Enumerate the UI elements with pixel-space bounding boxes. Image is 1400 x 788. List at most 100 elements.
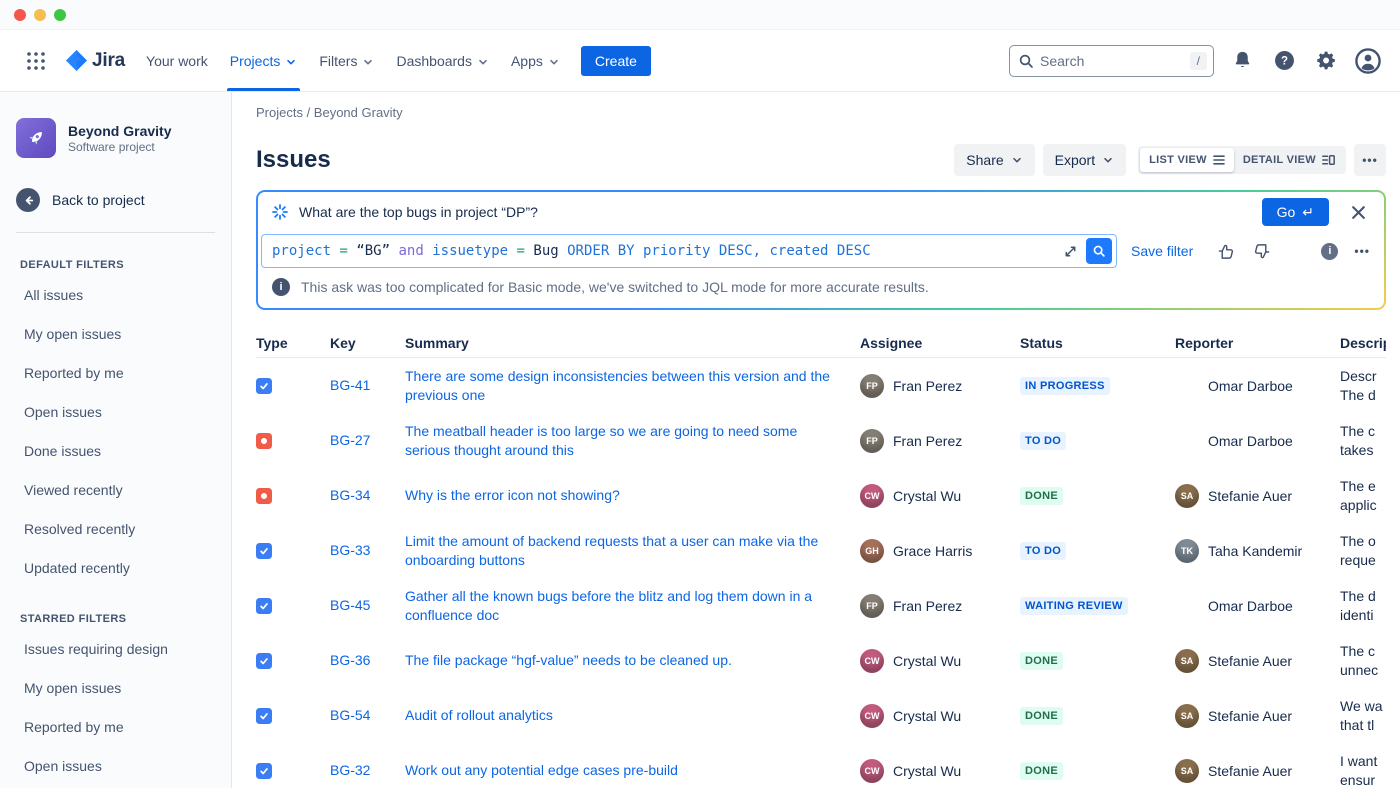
- nav-item-your-work[interactable]: Your work: [135, 30, 219, 91]
- issue-key-link[interactable]: BG-36: [330, 652, 370, 668]
- issue-summary-link[interactable]: There are some design inconsistencies be…: [405, 367, 860, 405]
- create-button[interactable]: Create: [581, 46, 651, 76]
- search-input[interactable]: [1040, 53, 1184, 69]
- table-row[interactable]: BG-45 Gather all the known bugs before th…: [256, 578, 1386, 633]
- sidebar-item-viewed-recently[interactable]: Viewed recently: [0, 470, 231, 509]
- expand-editor-button[interactable]: [1061, 242, 1080, 261]
- chevron-down-icon: [548, 56, 560, 68]
- nav-item-filters[interactable]: Filters: [308, 30, 385, 91]
- avatar: CW: [860, 649, 884, 673]
- more-actions-button[interactable]: •••: [1354, 144, 1386, 176]
- sidebar-item-resolved-recently[interactable]: Resolved recently: [0, 509, 231, 548]
- table-row[interactable]: BG-33 Limit the amount of backend request…: [256, 523, 1386, 578]
- assignee-name: Grace Harris: [893, 543, 972, 559]
- help-icon[interactable]: ?: [1270, 47, 1298, 75]
- issue-key-link[interactable]: BG-27: [330, 432, 370, 448]
- go-button[interactable]: Go ↵: [1262, 198, 1329, 226]
- col-status[interactable]: Status: [1020, 335, 1175, 351]
- nav-item-projects[interactable]: Projects: [219, 30, 309, 91]
- issue-summary-link[interactable]: Audit of rollout analytics: [405, 706, 860, 725]
- go-label: Go: [1277, 204, 1296, 220]
- issue-key-link[interactable]: BG-32: [330, 762, 370, 778]
- sidebar-item-open-issues[interactable]: Open issues: [0, 746, 231, 785]
- issue-key-link[interactable]: BG-54: [330, 707, 370, 723]
- ai-question-row: What are the top bugs in project “DP”? G…: [258, 192, 1384, 232]
- col-key[interactable]: Key: [330, 335, 405, 351]
- status-badge: DONE: [1020, 487, 1063, 505]
- notifications-bell-icon[interactable]: [1228, 47, 1256, 75]
- issue-summary-link[interactable]: Limit the amount of backend requests tha…: [405, 532, 860, 570]
- export-button[interactable]: Export: [1043, 144, 1126, 176]
- back-to-project[interactable]: Back to project: [0, 188, 231, 212]
- sidebar-item-updated-recently[interactable]: Updated recently: [0, 548, 231, 587]
- type-cell: [256, 763, 330, 779]
- close-ai-panel-button[interactable]: [1344, 198, 1372, 226]
- avatar: GH: [860, 539, 884, 563]
- issue-key-link[interactable]: BG-33: [330, 542, 370, 558]
- nav-item-dashboards[interactable]: Dashboards: [385, 30, 500, 91]
- table-row[interactable]: BG-41 There are some design inconsistenci…: [256, 358, 1386, 413]
- jql-token: issuetype: [432, 243, 508, 259]
- issue-key-link[interactable]: BG-41: [330, 377, 370, 393]
- table-row[interactable]: BG-34 Why is the error icon not showing?C…: [256, 468, 1386, 523]
- col-type[interactable]: Type: [256, 335, 330, 351]
- thumbs-down-icon[interactable]: [1252, 242, 1271, 261]
- issue-summary-link[interactable]: The meatball header is too large so we a…: [405, 422, 860, 460]
- issue-summary-link[interactable]: The file package “hgf-value” needs to be…: [405, 651, 860, 670]
- issue-summary-link[interactable]: Work out any potential edge cases pre-bu…: [405, 761, 860, 780]
- issue-key-link[interactable]: BG-34: [330, 487, 370, 503]
- status-cell: DONE: [1020, 706, 1175, 725]
- col-description[interactable]: Description: [1340, 335, 1386, 351]
- thumbs-up-icon[interactable]: [1217, 242, 1236, 261]
- sidebar-item-my-open-issues[interactable]: My open issues: [0, 668, 231, 707]
- window-close-dot[interactable]: [14, 9, 26, 21]
- window-minimize-dot[interactable]: [34, 9, 46, 21]
- reporter-name: Stefanie Auer: [1208, 708, 1292, 724]
- profile-avatar[interactable]: [1354, 47, 1382, 75]
- breadcrumb[interactable]: Projects / Beyond Gravity: [256, 105, 1386, 120]
- rocket-icon: [25, 127, 47, 149]
- list-view-toggle[interactable]: LIST VIEW: [1140, 148, 1234, 172]
- ai-question-input[interactable]: What are the top bugs in project “DP”?: [299, 204, 1251, 220]
- detail-view-toggle[interactable]: DETAIL VIEW: [1234, 148, 1344, 172]
- sidebar-item-my-open-issues[interactable]: My open issues: [0, 314, 231, 353]
- global-search[interactable]: /: [1009, 45, 1214, 77]
- issue-summary-link[interactable]: Gather all the known bugs before the bli…: [405, 587, 860, 625]
- table-row[interactable]: BG-36 The file package “hgf-value” needs …: [256, 633, 1386, 688]
- jql-input[interactable]: project = “BG” and issuetype = Bug ORDER…: [261, 234, 1117, 268]
- nav-item-label: Dashboards: [396, 53, 472, 69]
- jira-logo[interactable]: Jira: [62, 50, 135, 72]
- sidebar-item-reported-by-me[interactable]: Reported by me: [0, 707, 231, 746]
- issue-summary-link[interactable]: Why is the error icon not showing?: [405, 486, 860, 505]
- col-summary[interactable]: Summary: [405, 335, 860, 351]
- table-row[interactable]: BG-27 The meatball header is too large so…: [256, 413, 1386, 468]
- project-header[interactable]: Beyond Gravity Software project: [0, 118, 231, 158]
- run-query-button[interactable]: [1086, 238, 1112, 264]
- col-reporter[interactable]: Reporter: [1175, 335, 1340, 351]
- nav-item-apps[interactable]: Apps: [500, 30, 571, 91]
- list-view-icon: [1213, 155, 1225, 165]
- issue-key-link[interactable]: BG-45: [330, 597, 370, 613]
- col-assignee[interactable]: Assignee: [860, 335, 1020, 351]
- window-zoom-dot[interactable]: [54, 9, 66, 21]
- jql-more-button[interactable]: •••: [1354, 244, 1370, 258]
- sidebar-item-reported-by-me[interactable]: Reported by me: [0, 353, 231, 392]
- sidebar-item-all-issues[interactable]: All issues: [0, 275, 231, 314]
- app-switcher-icon[interactable]: [20, 45, 52, 77]
- task-icon: [256, 708, 272, 724]
- share-button[interactable]: Share: [954, 144, 1034, 176]
- jql-token: =: [517, 243, 525, 259]
- assignee-cell: CWCrystal Wu: [860, 484, 1020, 508]
- sidebar-item-done-issues[interactable]: Done issues: [0, 431, 231, 470]
- task-icon: [256, 598, 272, 614]
- table-row[interactable]: BG-32 Work out any potential edge cases p…: [256, 743, 1386, 788]
- nav-left: Jira: [20, 30, 135, 91]
- table-row[interactable]: BG-54Audit of rollout analyticsCWCrystal…: [256, 688, 1386, 743]
- info-icon[interactable]: i: [1321, 243, 1338, 260]
- assignee-cell: CWCrystal Wu: [860, 759, 1020, 783]
- sidebar-item-open-issues[interactable]: Open issues: [0, 392, 231, 431]
- sidebar-item-issues-requiring-design[interactable]: Issues requiring design: [0, 629, 231, 668]
- settings-gear-icon[interactable]: [1312, 47, 1340, 75]
- project-sidebar: Beyond Gravity Software project Back to …: [0, 92, 232, 788]
- save-filter-link[interactable]: Save filter: [1131, 243, 1193, 259]
